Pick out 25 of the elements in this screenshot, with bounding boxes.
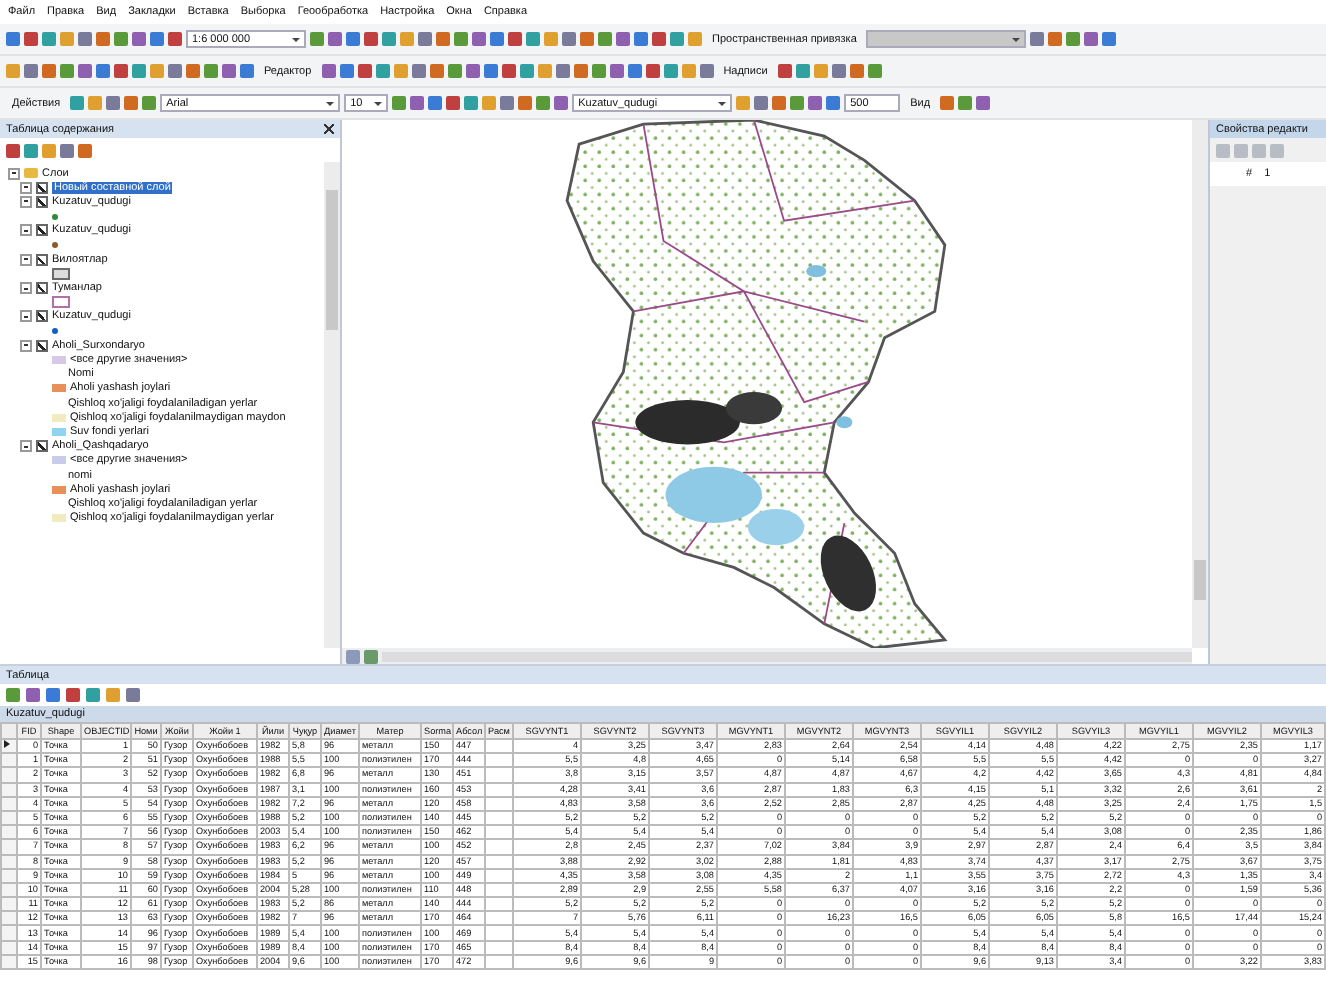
expand-toggle[interactable] (20, 195, 32, 208)
scrollbar[interactable] (324, 162, 340, 648)
expand-toggle[interactable] (20, 224, 32, 237)
current-row-icon (4, 741, 10, 749)
expand-toggle[interactable] (20, 440, 32, 453)
layer-checkbox[interactable] (36, 282, 48, 295)
data-view-icon[interactable] (364, 649, 378, 663)
scrollbar[interactable] (382, 651, 1192, 661)
layer-checkbox[interactable] (36, 224, 48, 237)
expand-toggle[interactable] (8, 167, 20, 180)
folder-icon (24, 168, 38, 179)
expand-toggle[interactable] (20, 181, 32, 194)
close-icon[interactable] (324, 124, 334, 134)
scrollbar[interactable] (1192, 120, 1208, 648)
layer-checkbox[interactable] (36, 440, 48, 453)
expand-toggle[interactable] (20, 339, 32, 352)
layer-checkbox[interactable] (36, 310, 48, 323)
layer-checkbox[interactable] (36, 253, 48, 266)
layout-view-icon[interactable] (346, 649, 360, 663)
layer-checkbox[interactable] (36, 339, 48, 352)
layer-checkbox[interactable] (36, 181, 48, 194)
expand-toggle[interactable] (20, 282, 32, 295)
expand-toggle[interactable] (20, 253, 32, 266)
layer-checkbox[interactable] (36, 195, 48, 208)
expand-toggle[interactable] (20, 310, 32, 323)
